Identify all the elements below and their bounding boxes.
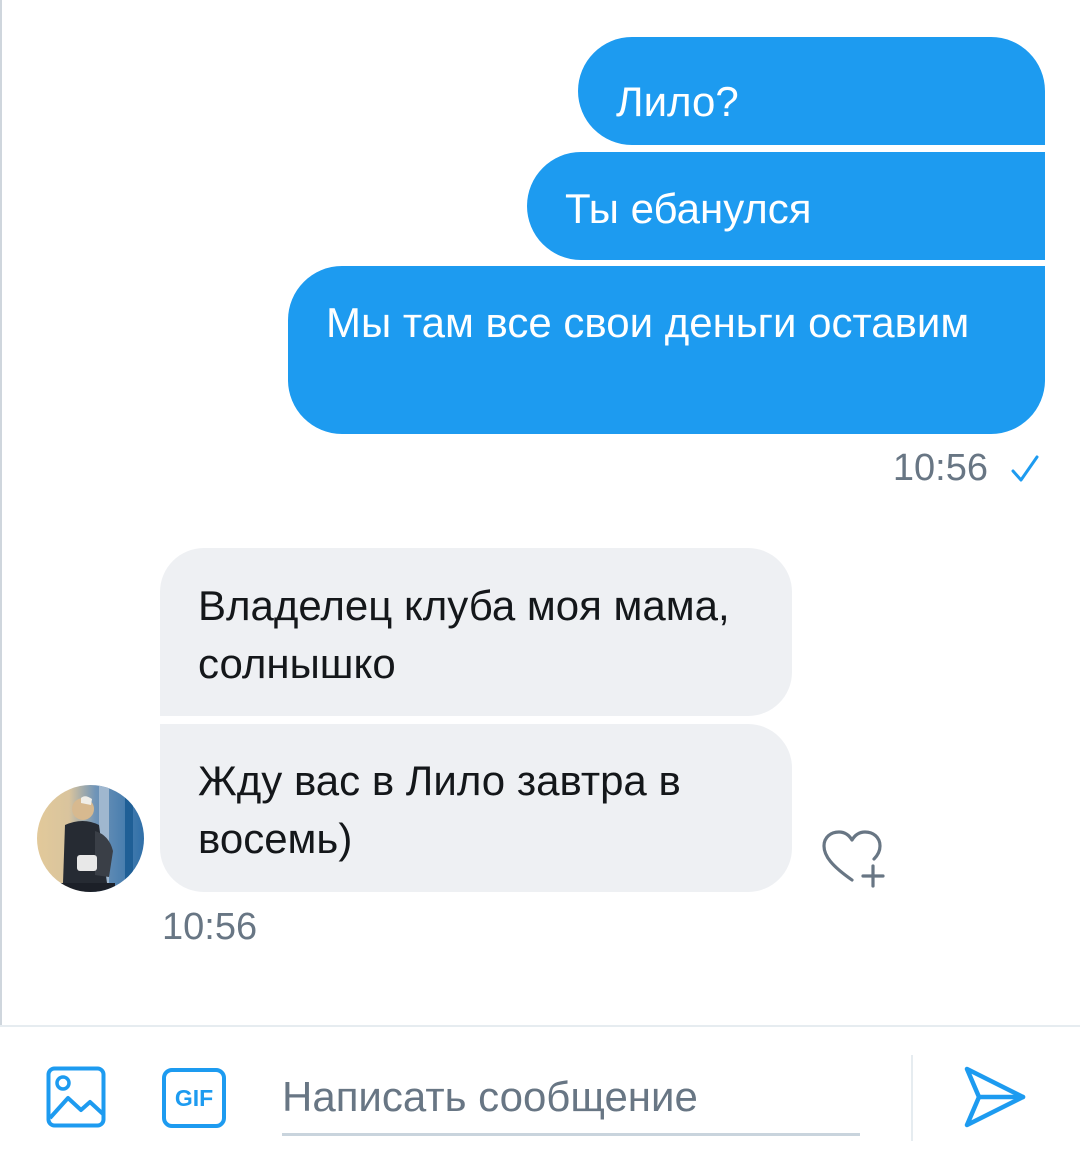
outgoing-message[interactable]: Мы там все свои деньги оставим [288, 266, 1045, 434]
heart-plus-icon[interactable] [818, 826, 890, 890]
avatar[interactable] [37, 785, 144, 892]
send-icon[interactable] [962, 1063, 1028, 1131]
message-input[interactable] [282, 1060, 860, 1136]
incoming-message[interactable]: Владелец клуба моя мама, солнышко [160, 548, 792, 716]
avatar-photo [59, 785, 133, 892]
gif-button[interactable]: GIF [162, 1068, 226, 1128]
image-icon[interactable] [46, 1066, 106, 1128]
incoming-timestamp: 10:56 [162, 906, 258, 948]
message-thread[interactable]: Лило? Ты ебанулся Мы там все свои деньги… [0, 0, 1080, 1025]
outgoing-message[interactable]: Лило? [578, 37, 1045, 145]
outgoing-message[interactable]: Ты ебанулся [527, 152, 1045, 260]
outgoing-timestamp: 10:56 [892, 447, 988, 489]
incoming-message[interactable]: Жду вас в Лило завтра в восемь) [160, 724, 792, 892]
check-icon [1011, 455, 1039, 482]
composer-divider [911, 1055, 913, 1141]
